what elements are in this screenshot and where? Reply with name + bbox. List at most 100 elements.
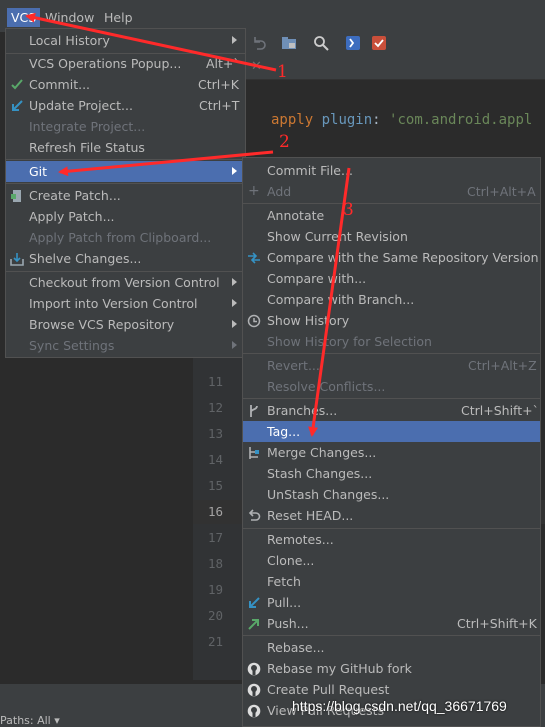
menu-item-label: Annotate: [267, 208, 325, 223]
menu-item-browse-vcs[interactable]: Browse VCS Repository: [6, 314, 245, 335]
menu-item-create-patch[interactable]: Create Patch...: [6, 185, 245, 206]
menu-item-revert: Revert... Ctrl+Alt+Z: [243, 355, 540, 376]
menu-item-rebase[interactable]: Rebase...: [243, 637, 540, 658]
code-colon: :: [372, 112, 390, 128]
code-keyword: apply: [271, 112, 314, 128]
line-number: 19: [207, 582, 223, 597]
line-number: 11: [207, 374, 223, 389]
line-number: 21: [207, 634, 223, 649]
menu-item-annotate[interactable]: Annotate: [243, 205, 540, 226]
menu-item-local-history[interactable]: Local History: [6, 30, 245, 51]
menu-separator: [6, 183, 245, 184]
menu-item-compare-with[interactable]: Compare with...: [243, 268, 540, 289]
annotation-number-2: 2: [279, 132, 290, 152]
menu-item-compare-same-repo[interactable]: Compare with the Same Repository Version: [243, 247, 540, 268]
close-tab-icon[interactable]: ✕: [251, 59, 262, 74]
undo-icon[interactable]: [251, 35, 267, 51]
annotation-number-3: 3: [343, 200, 354, 220]
menu-item-create-pull-request[interactable]: Create Pull Request: [243, 679, 540, 700]
clock-icon: [247, 314, 261, 328]
menu-item-label: Refresh File Status: [29, 140, 145, 155]
menu-item-commit-file[interactable]: Commit File...: [243, 160, 540, 181]
menu-item-shortcut: Alt+`: [206, 56, 240, 71]
merge-icon: [249, 447, 259, 459]
menu-item-show-current-revision[interactable]: Show Current Revision: [243, 226, 540, 247]
menu-item-label: Checkout from Version Control: [29, 275, 220, 290]
menu-item-label: Pull...: [267, 595, 302, 610]
submenu-arrow-icon: [232, 341, 237, 349]
menu-item-tag[interactable]: Tag...: [243, 421, 540, 442]
menu-separator: [243, 353, 540, 354]
branch-icon: [250, 405, 258, 417]
line-number: 14: [207, 452, 223, 467]
line-number: 12: [207, 400, 223, 415]
github-icon: [247, 662, 261, 676]
menu-item-fetch[interactable]: Fetch: [243, 571, 540, 592]
menu-item-label: Show Current Revision: [267, 229, 408, 244]
menu-item-label: Merge Changes...: [267, 445, 377, 460]
line-number: 18: [207, 556, 223, 571]
menubar-help[interactable]: Help: [100, 8, 137, 27]
line-number: 15: [207, 478, 223, 493]
menu-item-remotes[interactable]: Remotes...: [243, 529, 540, 550]
menu-item-show-history-selection: Show History for Selection: [243, 331, 540, 352]
menu-item-add: + Add Ctrl+Alt+A: [243, 181, 540, 202]
menu-item-label: Git: [29, 164, 48, 179]
code-string: 'com.android.appl: [389, 112, 533, 128]
menu-item-label: Resolve Conflicts...: [267, 379, 386, 394]
search-icon[interactable]: [313, 35, 329, 51]
menu-item-show-history[interactable]: Show History: [243, 310, 540, 331]
menu-item-shortcut: Ctrl+Shift+`: [461, 403, 539, 418]
menu-item-label: UnStash Changes...: [267, 487, 390, 502]
menu-item-reset-head[interactable]: Reset HEAD...: [243, 505, 540, 526]
toolbar: [245, 32, 545, 56]
reset-icon: [248, 509, 261, 521]
menu-item-label: Remotes...: [267, 532, 334, 547]
pull-icon: [249, 597, 260, 608]
menu-item-unstash-changes[interactable]: UnStash Changes...: [243, 484, 540, 505]
menu-item-label: Import into Version Control: [29, 296, 198, 311]
code-line: apply plugin: 'com.android.appl: [271, 112, 532, 128]
menu-item-merge-changes[interactable]: Merge Changes...: [243, 442, 540, 463]
vcs-update-icon[interactable]: [345, 35, 361, 51]
menu-item-push[interactable]: Push... Ctrl+Shift+K: [243, 613, 540, 634]
menu-item-clone[interactable]: Clone...: [243, 550, 540, 571]
menu-separator: [243, 398, 540, 399]
menu-item-branches[interactable]: Branches... Ctrl+Shift+`: [243, 400, 540, 421]
menu-item-update-project[interactable]: Update Project... Ctrl+T: [6, 95, 245, 116]
project-structure-icon[interactable]: [281, 35, 297, 51]
menu-item-shelve-changes[interactable]: Shelve Changes...: [6, 248, 245, 269]
submenu-arrow-icon: [232, 320, 237, 328]
menu-item-label: Commit File...: [267, 163, 353, 178]
line-number: 17: [207, 530, 223, 545]
paths-filter[interactable]: Paths: All ▾: [0, 714, 60, 727]
annotation-number-1: 1: [277, 62, 288, 82]
menu-item-refresh-file-status[interactable]: Refresh File Status: [6, 137, 245, 158]
line-number: 20: [207, 608, 223, 623]
menubar-vcs[interactable]: VCS: [7, 8, 41, 27]
menu-separator: [243, 203, 540, 204]
menu-item-import-vcs[interactable]: Import into Version Control: [6, 293, 245, 314]
menu-item-apply-patch[interactable]: Apply Patch...: [6, 206, 245, 227]
menu-item-label: Apply Patch...: [29, 209, 115, 224]
menu-item-label: Commit...: [29, 77, 91, 92]
compare-icon: [248, 252, 260, 264]
menu-item-vcs-operations-popup[interactable]: VCS Operations Popup... Alt+`: [6, 53, 245, 74]
github-icon: [247, 683, 261, 697]
menu-item-shortcut: Ctrl+Alt+Z: [468, 358, 537, 373]
menu-item-integrate-project: Integrate Project...: [6, 116, 245, 137]
watermark-text: https://blog.csdn.net/qq_36671769: [292, 698, 507, 714]
vcs-commit-icon[interactable]: [371, 35, 387, 51]
menu-item-commit[interactable]: Commit... Ctrl+K: [6, 74, 245, 95]
menu-item-shortcut: Ctrl+T: [199, 98, 240, 113]
shelve-icon: [10, 253, 24, 266]
menu-item-compare-with-branch[interactable]: Compare with Branch...: [243, 289, 540, 310]
menubar-window[interactable]: Window: [41, 8, 98, 27]
menu-item-pull[interactable]: Pull...: [243, 592, 540, 613]
menu-item-checkout-vcs[interactable]: Checkout from Version Control: [6, 272, 245, 293]
menu-item-git[interactable]: Git: [6, 161, 245, 182]
menu-item-rebase-github-fork[interactable]: Rebase my GitHub fork: [243, 658, 540, 679]
menu-item-stash-changes[interactable]: Stash Changes...: [243, 463, 540, 484]
line-number: 13: [207, 426, 223, 441]
line-number: 16: [207, 504, 223, 519]
